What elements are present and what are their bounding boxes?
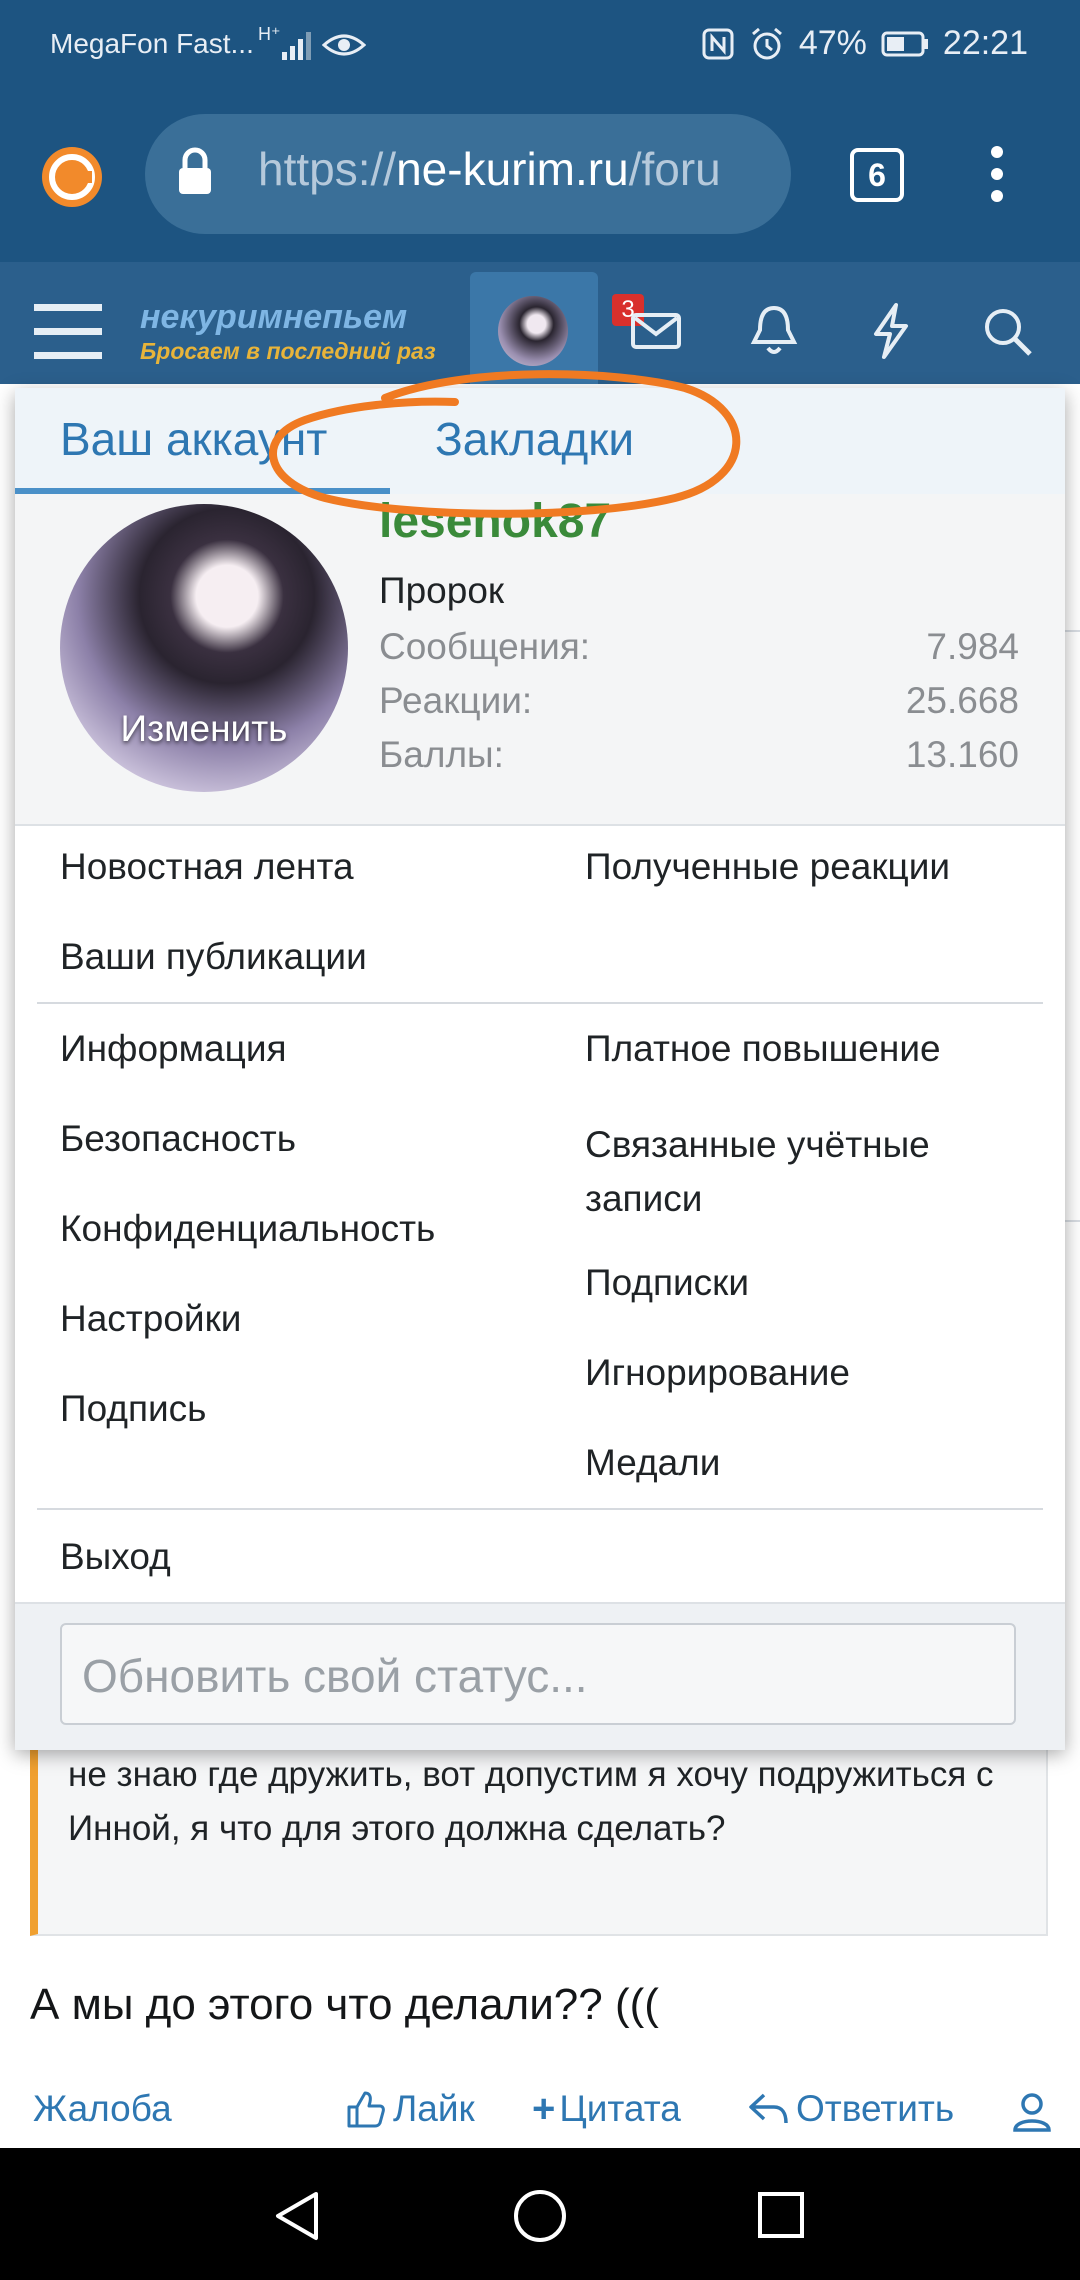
menu-following[interactable]: Подписки xyxy=(585,1262,749,1304)
profile-summary: Изменить lesenok87 Пророк Сообщения: 7.9… xyxy=(15,494,1065,826)
nfc-icon xyxy=(702,28,734,59)
menu-received-reactions[interactable]: Полученные реакции xyxy=(585,846,950,888)
menu-signature[interactable]: Подпись xyxy=(60,1388,206,1430)
quote-text: не знаю где дружить, вот допустим я хочу… xyxy=(68,1755,994,1848)
hamburger-menu-icon[interactable] xyxy=(34,304,102,360)
report-link[interactable]: Жалоба xyxy=(33,2088,172,2130)
reply-arrow-icon xyxy=(749,2093,788,2124)
quote-block: не знаю где дружить, вот допустим я хочу… xyxy=(30,1748,1048,1936)
page-divider xyxy=(1065,1220,1080,1222)
avatar-change-label[interactable]: Изменить xyxy=(60,708,348,750)
stat-value-messages: 7.984 xyxy=(926,626,1019,667)
post-body: А мы до этого что делали?? ((( xyxy=(30,1980,659,2029)
search-icon[interactable] xyxy=(982,306,1034,358)
menu-your-publications[interactable]: Ваши публикации xyxy=(60,936,367,978)
account-popup: Ваш аккаунт Закладки Изменить lesenok87 … xyxy=(15,370,1065,1750)
menu-paid-upgrade[interactable]: Платное повышение xyxy=(585,1028,941,1070)
stat-label-reactions: Реакции: xyxy=(379,680,533,721)
menu-medals[interactable]: Медали xyxy=(585,1442,720,1484)
menu-connected-accounts[interactable]: Связанные учётные записи xyxy=(585,1118,1015,1226)
menu-news-feed[interactable]: Новостная лента xyxy=(60,846,354,888)
menu-privacy[interactable]: Конфиденциальность xyxy=(60,1208,435,1250)
stat-label-points: Баллы: xyxy=(379,734,504,775)
back-icon[interactable] xyxy=(272,2190,324,2242)
page-divider xyxy=(1065,630,1080,632)
menu-separator xyxy=(37,1508,1043,1510)
stat-value-reactions: 25.668 xyxy=(905,680,1019,721)
url-host: ne-kurim.ru xyxy=(396,143,629,195)
plus-icon: + xyxy=(532,2086,556,2131)
user-icon[interactable] xyxy=(1012,2092,1052,2132)
browser-toolbar: https://ne-kurim.ru/foru 6 xyxy=(0,92,1080,262)
address-bar[interactable]: https://ne-kurim.ru/foru xyxy=(145,114,791,234)
user-title: Пророк xyxy=(379,570,505,611)
url-path: /foru xyxy=(628,143,721,195)
quote-label: Цитата xyxy=(559,2088,681,2129)
status-update-input[interactable]: Обновить свой статус... xyxy=(60,1623,1016,1725)
post-actions: Жалоба Лайк + Цитата Ответить xyxy=(0,2070,1080,2148)
menu-ignoring[interactable]: Игнорирование xyxy=(585,1352,850,1394)
stat-label-messages: Сообщения: xyxy=(379,626,591,667)
quote-button[interactable]: + Цитата xyxy=(532,2084,681,2134)
recents-icon[interactable] xyxy=(756,2190,806,2240)
envelope-icon[interactable] xyxy=(630,308,684,354)
signal-icon xyxy=(282,32,311,60)
home-icon[interactable] xyxy=(512,2188,568,2244)
overflow-menu-icon[interactable] xyxy=(985,142,1009,206)
menu-preferences[interactable]: Настройки xyxy=(60,1298,241,1340)
annotation-circle xyxy=(269,370,741,518)
avatar-small xyxy=(498,296,568,366)
android-nav-bar xyxy=(0,2148,1080,2280)
battery-icon xyxy=(881,31,928,56)
thumbs-up-icon xyxy=(347,2091,385,2128)
browser-logo-icon[interactable] xyxy=(40,145,104,209)
menu-security[interactable]: Безопасность xyxy=(60,1118,296,1160)
menu-information[interactable]: Информация xyxy=(60,1028,287,1070)
eye-icon xyxy=(322,34,366,56)
menu-logout[interactable]: Выход xyxy=(60,1536,171,1578)
reply-button[interactable]: Ответить xyxy=(748,2084,954,2134)
lock-icon xyxy=(179,147,211,194)
stat-value-points: 13.160 xyxy=(905,734,1019,775)
bell-icon[interactable] xyxy=(748,302,800,358)
site-logo[interactable]: некуримнепьем xyxy=(140,298,407,337)
alarm-icon xyxy=(751,27,782,59)
url-text: https://ne-kurim.ru/foru xyxy=(258,142,778,196)
clock: 22:21 xyxy=(942,24,1028,62)
menu-separator xyxy=(37,1002,1043,1004)
avatar[interactable]: Изменить xyxy=(60,504,348,792)
carrier-name: MegaFon Fast... xyxy=(50,28,254,59)
network-type-icon: H⁺ xyxy=(258,24,281,44)
url-scheme: https:// xyxy=(258,143,397,195)
status-right: 47% 22:21 xyxy=(701,24,1028,63)
status-bar: MegaFon Fast... H⁺ 47% 22:21 xyxy=(0,0,1080,92)
tab-count-button[interactable]: 6 xyxy=(850,148,904,202)
reply-label: Ответить xyxy=(796,2088,955,2129)
battery-percent: 47% xyxy=(798,24,867,62)
lightning-icon[interactable] xyxy=(868,302,912,360)
like-label: Лайк xyxy=(393,2088,475,2129)
like-button[interactable]: Лайк xyxy=(345,2084,475,2134)
